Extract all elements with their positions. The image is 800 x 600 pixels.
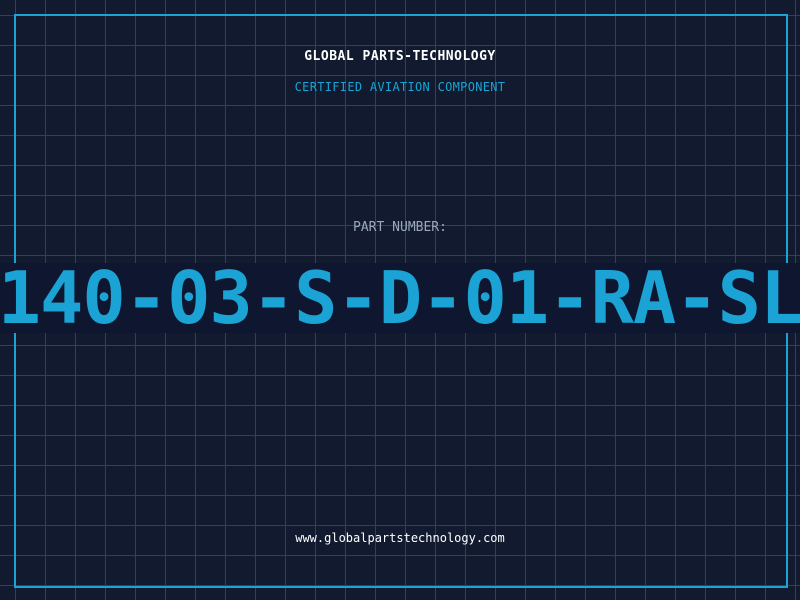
part-number-label: PART NUMBER:	[353, 220, 447, 235]
part-number-band: 140-03-S-D-01-RA-SL	[0, 263, 800, 333]
website-url: www.globalpartstechnology.com	[295, 531, 505, 545]
company-title: GLOBAL PARTS-TECHNOLOGY	[304, 49, 496, 64]
certification-subtitle: CERTIFIED AVIATION COMPONENT	[294, 80, 506, 94]
part-number-value: 140-03-S-D-01-RA-SL	[0, 263, 800, 333]
